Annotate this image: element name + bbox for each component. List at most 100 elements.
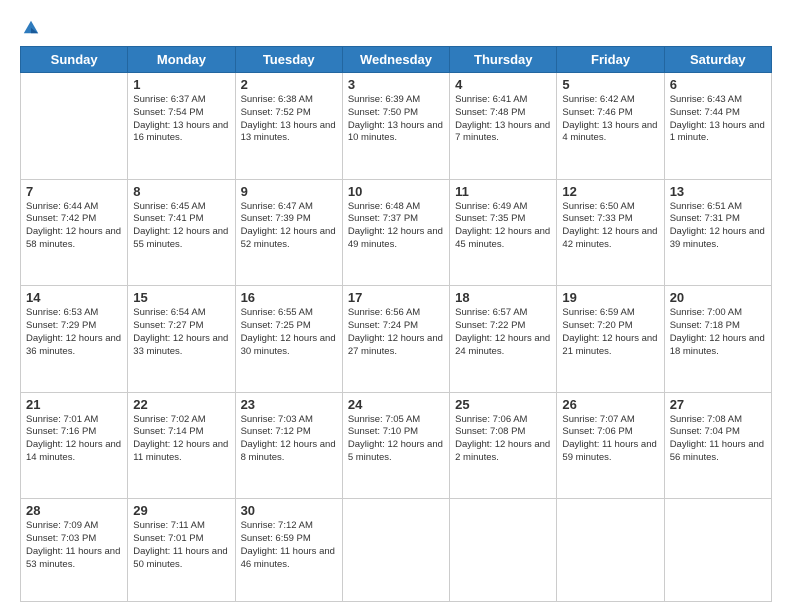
weekday-header-friday: Friday [557, 47, 664, 73]
calendar-cell [21, 73, 128, 180]
logo-icon [22, 18, 40, 36]
logo [20, 18, 40, 36]
calendar-cell: 14 Sunrise: 6:53 AMSunset: 7:29 PMDayligh… [21, 286, 128, 393]
calendar-table: SundayMondayTuesdayWednesdayThursdayFrid… [20, 46, 772, 602]
day-number: 1 [133, 77, 229, 92]
calendar-cell: 29 Sunrise: 7:11 AMSunset: 7:01 PMDayligh… [128, 499, 235, 602]
day-number: 24 [348, 397, 444, 412]
day-number: 17 [348, 290, 444, 305]
calendar-cell: 9 Sunrise: 6:47 AMSunset: 7:39 PMDaylight… [235, 179, 342, 286]
calendar-cell: 8 Sunrise: 6:45 AMSunset: 7:41 PMDaylight… [128, 179, 235, 286]
calendar-cell: 12Sunrise: 6:50 AMSunset: 7:33 PMDayligh… [557, 179, 664, 286]
day-number: 22 [133, 397, 229, 412]
cell-text: Sunrise: 6:45 AMSunset: 7:41 PMDaylight:… [133, 201, 229, 252]
day-number: 29 [133, 503, 229, 518]
cell-text: Sunrise: 6:56 AMSunset: 7:24 PMDaylight:… [348, 307, 444, 358]
weekday-header-thursday: Thursday [450, 47, 557, 73]
cell-text: Sunrise: 6:53 AMSunset: 7:29 PMDaylight:… [26, 307, 122, 358]
calendar-cell: 11 Sunrise: 6:49 AMSunset: 7:35 PMDayligh… [450, 179, 557, 286]
calendar-cell: 26 Sunrise: 7:07 AMSunset: 7:06 PMDayligh… [557, 392, 664, 499]
weekday-header-monday: Monday [128, 47, 235, 73]
day-number: 2 [241, 77, 337, 92]
cell-text: Sunrise: 6:49 AMSunset: 7:35 PMDaylight:… [455, 201, 551, 252]
day-number: 19 [562, 290, 658, 305]
cell-text: Sunrise: 7:12 AMSunset: 6:59 PMDaylight:… [241, 520, 337, 571]
cell-text: Sunrise: 7:06 AMSunset: 7:08 PMDaylight:… [455, 414, 551, 465]
calendar-cell: 5 Sunrise: 6:42 AMSunset: 7:46 PMDaylight… [557, 73, 664, 180]
weekday-header-tuesday: Tuesday [235, 47, 342, 73]
calendar-cell: 27 Sunrise: 7:08 AMSunset: 7:04 PMDayligh… [664, 392, 771, 499]
cell-text: Sunrise: 7:03 AMSunset: 7:12 PMDaylight:… [241, 414, 337, 465]
week-row-2: 14 Sunrise: 6:53 AMSunset: 7:29 PMDayligh… [21, 286, 772, 393]
day-number: 23 [241, 397, 337, 412]
cell-text: Sunrise: 6:50 AMSunset: 7:33 PMDaylight:… [562, 201, 658, 252]
day-number: 8 [133, 184, 229, 199]
calendar-cell: 23 Sunrise: 7:03 AMSunset: 7:12 PMDayligh… [235, 392, 342, 499]
calendar-cell: 15Sunrise: 6:54 AMSunset: 7:27 PMDayligh… [128, 286, 235, 393]
cell-text: Sunrise: 6:48 AMSunset: 7:37 PMDaylight:… [348, 201, 444, 252]
calendar-cell: 24 Sunrise: 7:05 AMSunset: 7:10 PMDayligh… [342, 392, 449, 499]
calendar-cell [342, 499, 449, 602]
calendar-cell: 17 Sunrise: 6:56 AMSunset: 7:24 PMDayligh… [342, 286, 449, 393]
day-number: 20 [670, 290, 766, 305]
calendar-cell: 10Sunrise: 6:48 AMSunset: 7:37 PMDayligh… [342, 179, 449, 286]
day-number: 9 [241, 184, 337, 199]
week-row-0: 1Sunrise: 6:37 AMSunset: 7:54 PMDaylight… [21, 73, 772, 180]
day-number: 6 [670, 77, 766, 92]
cell-text: Sunrise: 7:05 AMSunset: 7:10 PMDaylight:… [348, 414, 444, 465]
day-number: 11 [455, 184, 551, 199]
day-number: 15 [133, 290, 229, 305]
day-number: 26 [562, 397, 658, 412]
calendar-cell: 13 Sunrise: 6:51 AMSunset: 7:31 PMDayligh… [664, 179, 771, 286]
cell-text: Sunrise: 7:11 AMSunset: 7:01 PMDaylight:… [133, 520, 229, 571]
calendar-cell: 30 Sunrise: 7:12 AMSunset: 6:59 PMDayligh… [235, 499, 342, 602]
cell-text: Sunrise: 7:07 AMSunset: 7:06 PMDaylight:… [562, 414, 658, 465]
cell-text: Sunrise: 6:51 AMSunset: 7:31 PMDaylight:… [670, 201, 766, 252]
calendar-cell: 21 Sunrise: 7:01 AMSunset: 7:16 PMDayligh… [21, 392, 128, 499]
day-number: 27 [670, 397, 766, 412]
day-number: 3 [348, 77, 444, 92]
day-number: 13 [670, 184, 766, 199]
day-number: 25 [455, 397, 551, 412]
calendar-cell: 20Sunrise: 7:00 AMSunset: 7:18 PMDayligh… [664, 286, 771, 393]
day-number: 14 [26, 290, 122, 305]
cell-text: Sunrise: 6:47 AMSunset: 7:39 PMDaylight:… [241, 201, 337, 252]
calendar-cell [557, 499, 664, 602]
day-number: 7 [26, 184, 122, 199]
cell-text: Sunrise: 7:01 AMSunset: 7:16 PMDaylight:… [26, 414, 122, 465]
calendar-cell: 19Sunrise: 6:59 AMSunset: 7:20 PMDayligh… [557, 286, 664, 393]
calendar-cell: 1Sunrise: 6:37 AMSunset: 7:54 PMDaylight… [128, 73, 235, 180]
day-number: 30 [241, 503, 337, 518]
day-number: 5 [562, 77, 658, 92]
calendar-cell: 18Sunrise: 6:57 AMSunset: 7:22 PMDayligh… [450, 286, 557, 393]
calendar-cell [450, 499, 557, 602]
calendar-cell: 28 Sunrise: 7:09 AMSunset: 7:03 PMDayligh… [21, 499, 128, 602]
calendar-cell [664, 499, 771, 602]
week-row-3: 21 Sunrise: 7:01 AMSunset: 7:16 PMDayligh… [21, 392, 772, 499]
cell-text: Sunrise: 6:41 AMSunset: 7:48 PMDaylight:… [455, 94, 551, 145]
weekday-header-row: SundayMondayTuesdayWednesdayThursdayFrid… [21, 47, 772, 73]
day-number: 4 [455, 77, 551, 92]
calendar-cell: 3 Sunrise: 6:39 AMSunset: 7:50 PMDaylight… [342, 73, 449, 180]
cell-text: Sunrise: 6:44 AMSunset: 7:42 PMDaylight:… [26, 201, 122, 252]
week-row-4: 28 Sunrise: 7:09 AMSunset: 7:03 PMDayligh… [21, 499, 772, 602]
week-row-1: 7 Sunrise: 6:44 AMSunset: 7:42 PMDaylight… [21, 179, 772, 286]
day-number: 16 [241, 290, 337, 305]
calendar-cell: 7 Sunrise: 6:44 AMSunset: 7:42 PMDaylight… [21, 179, 128, 286]
cell-text: Sunrise: 7:08 AMSunset: 7:04 PMDaylight:… [670, 414, 766, 465]
calendar-cell: 2Sunrise: 6:38 AMSunset: 7:52 PMDaylight… [235, 73, 342, 180]
cell-text: Sunrise: 6:39 AMSunset: 7:50 PMDaylight:… [348, 94, 444, 145]
weekday-header-saturday: Saturday [664, 47, 771, 73]
day-number: 28 [26, 503, 122, 518]
weekday-header-wednesday: Wednesday [342, 47, 449, 73]
day-number: 21 [26, 397, 122, 412]
weekday-header-sunday: Sunday [21, 47, 128, 73]
page: SundayMondayTuesdayWednesdayThursdayFrid… [0, 0, 792, 612]
cell-text: Sunrise: 6:43 AMSunset: 7:44 PMDaylight:… [670, 94, 766, 145]
cell-text: Sunrise: 7:09 AMSunset: 7:03 PMDaylight:… [26, 520, 122, 571]
calendar-cell: 25 Sunrise: 7:06 AMSunset: 7:08 PMDayligh… [450, 392, 557, 499]
cell-text: Sunrise: 6:57 AMSunset: 7:22 PMDaylight:… [455, 307, 551, 358]
calendar-cell: 22 Sunrise: 7:02 AMSunset: 7:14 PMDayligh… [128, 392, 235, 499]
cell-text: Sunrise: 6:42 AMSunset: 7:46 PMDaylight:… [562, 94, 658, 145]
cell-text: Sunrise: 7:02 AMSunset: 7:14 PMDaylight:… [133, 414, 229, 465]
